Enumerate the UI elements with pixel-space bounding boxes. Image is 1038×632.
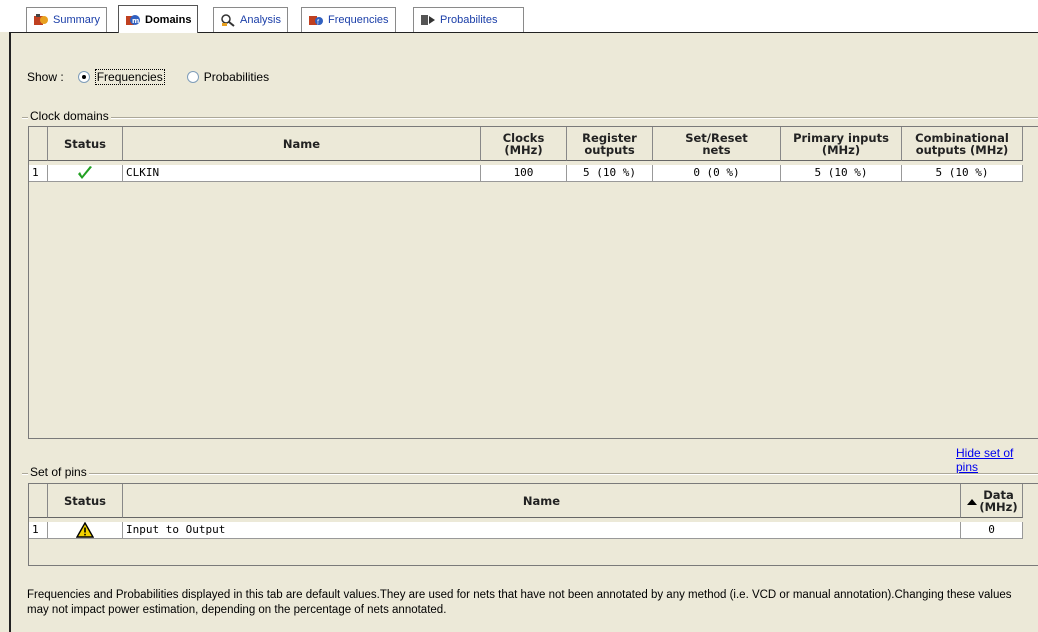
row-index: 1 bbox=[29, 522, 48, 539]
summary-icon bbox=[33, 13, 49, 27]
data-cell[interactable]: 0 bbox=[961, 522, 1023, 539]
table-row[interactable]: 1 CLKIN 100 5 (10 %) 0 (0 %) 5 (10 %) 5 … bbox=[29, 165, 1023, 182]
clocks-column-header[interactable]: Clocks (MHz) bbox=[481, 127, 567, 161]
tab-bar: Summary m Domains Analysis f Frequencies… bbox=[0, 0, 1038, 33]
tab-analysis[interactable]: Analysis bbox=[213, 7, 288, 32]
footer-note: Frequencies and Probabilities displayed … bbox=[27, 589, 1012, 616]
data-column-label: Data (MHz) bbox=[979, 487, 1018, 514]
tab-domains[interactable]: m Domains bbox=[118, 5, 199, 33]
row-index-header bbox=[29, 484, 48, 518]
checkmark-icon bbox=[78, 166, 92, 179]
primary-inputs-column-header[interactable]: Primary inputs (MHz) bbox=[781, 127, 902, 161]
set-of-pins-title: Set of pins bbox=[28, 465, 89, 479]
tab-summary[interactable]: Summary bbox=[26, 7, 108, 32]
tab-frequencies[interactable]: f Frequencies bbox=[301, 7, 396, 32]
clock-domains-title: Clock domains bbox=[28, 109, 111, 123]
warning-icon bbox=[75, 522, 95, 538]
probabilities-radio-label[interactable]: Probabilities bbox=[204, 70, 269, 84]
sort-up-icon bbox=[967, 499, 977, 505]
status-cell bbox=[48, 522, 123, 539]
data-column-header[interactable]: Data (MHz) bbox=[961, 484, 1023, 518]
combinational-outputs-column-header[interactable]: Combinational outputs (MHz) bbox=[902, 127, 1023, 161]
frequencies-radio-label[interactable]: Frequencies bbox=[94, 69, 165, 85]
domains-icon: m bbox=[125, 13, 141, 27]
name-column-header[interactable]: Name bbox=[123, 127, 481, 161]
tab-probabilities[interactable]: Probabilites bbox=[413, 7, 524, 32]
register-outputs-column-header[interactable]: Register outputs bbox=[567, 127, 653, 161]
show-selector: Show : Frequencies Probabilities bbox=[27, 69, 269, 85]
set-reset-nets-cell[interactable]: 0 (0 %) bbox=[653, 165, 781, 182]
set-reset-nets-column-header[interactable]: Set/Reset nets bbox=[653, 127, 781, 161]
name-cell[interactable]: Input to Output bbox=[123, 522, 961, 539]
analysis-icon bbox=[220, 13, 236, 27]
row-index: 1 bbox=[29, 165, 48, 182]
clock-domains-table[interactable]: Status Name Clocks (MHz) Register output… bbox=[28, 126, 1038, 439]
svg-text:m: m bbox=[132, 17, 139, 25]
show-label: Show : bbox=[27, 70, 64, 84]
primary-inputs-cell[interactable]: 5 (10 %) bbox=[781, 165, 902, 182]
status-cell bbox=[48, 165, 123, 182]
status-column-header[interactable]: Status bbox=[48, 484, 123, 518]
probabilities-icon bbox=[420, 13, 436, 27]
row-index-header bbox=[29, 127, 48, 161]
combinational-outputs-cell[interactable]: 5 (10 %) bbox=[902, 165, 1023, 182]
register-outputs-cell[interactable]: 5 (10 %) bbox=[567, 165, 653, 182]
name-cell[interactable]: CLKIN bbox=[123, 165, 481, 182]
clocks-cell[interactable]: 100 bbox=[481, 165, 567, 182]
table-row[interactable]: 1 Input to Output 0 bbox=[29, 522, 1023, 539]
status-column-header[interactable]: Status bbox=[48, 127, 123, 161]
hide-set-of-pins-link[interactable]: Hide set of pins bbox=[956, 446, 1038, 474]
set-of-pins-table[interactable]: Status Name Data (MHz) 1 Input to Output… bbox=[28, 483, 1038, 566]
probabilities-radio[interactable] bbox=[186, 71, 199, 83]
name-column-header[interactable]: Name bbox=[123, 484, 961, 518]
frequencies-radio[interactable] bbox=[77, 71, 90, 83]
frequencies-icon: f bbox=[308, 13, 324, 27]
